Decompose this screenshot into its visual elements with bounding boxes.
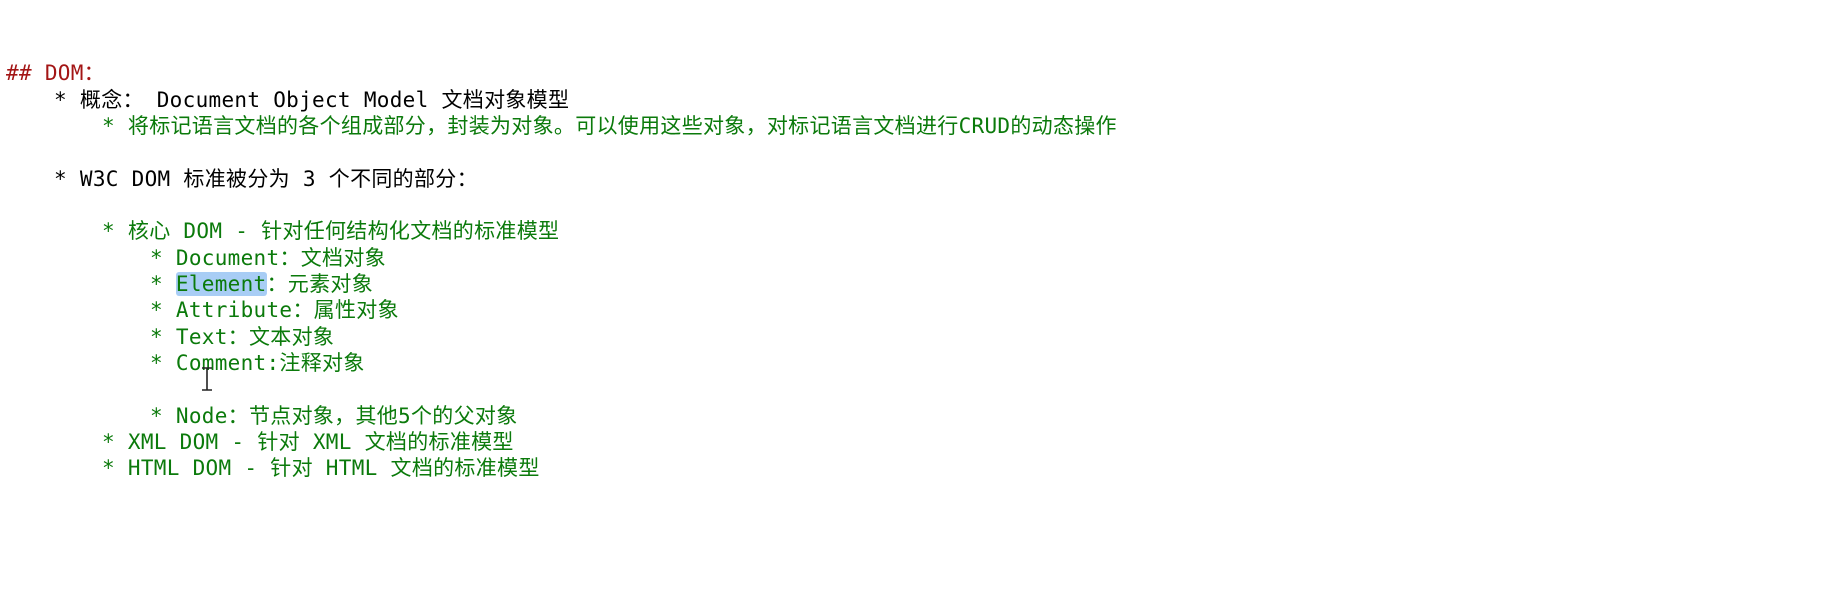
html-dom-text: HTML DOM - 针对 HTML 文档的标准模型 bbox=[127, 456, 540, 480]
bullet: * bbox=[54, 167, 80, 191]
line-core-dom: * 核心 DOM - 针对任何结构化文档的标准模型 bbox=[102, 216, 559, 246]
bullet: * bbox=[150, 404, 176, 428]
element-rest-text: ：元素对象 bbox=[266, 272, 373, 296]
line-attribute: * Attribute：属性对象 bbox=[150, 295, 399, 325]
bullet: * bbox=[150, 246, 176, 270]
heading-text: DOM： bbox=[44, 61, 105, 85]
attribute-text: Attribute：属性对象 bbox=[175, 298, 399, 322]
core-dom-text: 核心 DOM - 针对任何结构化文档的标准模型 bbox=[127, 219, 560, 243]
heading-marker: ## bbox=[6, 61, 45, 85]
bullet: * bbox=[102, 114, 128, 138]
bullet: * bbox=[150, 298, 176, 322]
text-text: Text：文本对象 bbox=[175, 325, 335, 349]
line-comment: * Comment:注释对象 bbox=[150, 348, 365, 378]
text-cursor-icon bbox=[200, 366, 214, 392]
bullet: * bbox=[102, 456, 128, 480]
document-text: Document：文档对象 bbox=[175, 246, 386, 270]
w3c-text: W3C DOM 标准被分为 3 个不同的部分： bbox=[79, 167, 478, 191]
heading-dom: ## DOM： bbox=[6, 58, 105, 88]
line-html-dom: * HTML DOM - 针对 HTML 文档的标准模型 bbox=[102, 453, 540, 483]
line-w3c: * W3C DOM 标准被分为 3 个不同的部分： bbox=[54, 164, 478, 194]
node-text: Node：节点对象，其他5个的父对象 bbox=[175, 404, 518, 428]
bullet: * bbox=[102, 430, 128, 454]
concept-desc-text: 将标记语言文档的各个组成部分，封装为对象。可以使用这些对象，对标记语言文档进行C… bbox=[127, 114, 1117, 138]
xml-dom-text: XML DOM - 针对 XML 文档的标准模型 bbox=[127, 430, 514, 454]
bullet: * bbox=[54, 88, 80, 112]
bullet: * bbox=[150, 272, 176, 296]
line-concept-desc: * 将标记语言文档的各个组成部分，封装为对象。可以使用这些对象，对标记语言文档进… bbox=[102, 111, 1117, 141]
selected-text[interactable]: Element bbox=[175, 272, 267, 296]
markdown-editor[interactable]: ## DOM： * 概念： Document Object Model 文档对象… bbox=[0, 0, 1844, 607]
bullet: * bbox=[150, 351, 176, 375]
concept-text: 概念： Document Object Model 文档对象模型 bbox=[79, 88, 570, 112]
bullet: * bbox=[150, 325, 176, 349]
bullet: * bbox=[102, 219, 128, 243]
